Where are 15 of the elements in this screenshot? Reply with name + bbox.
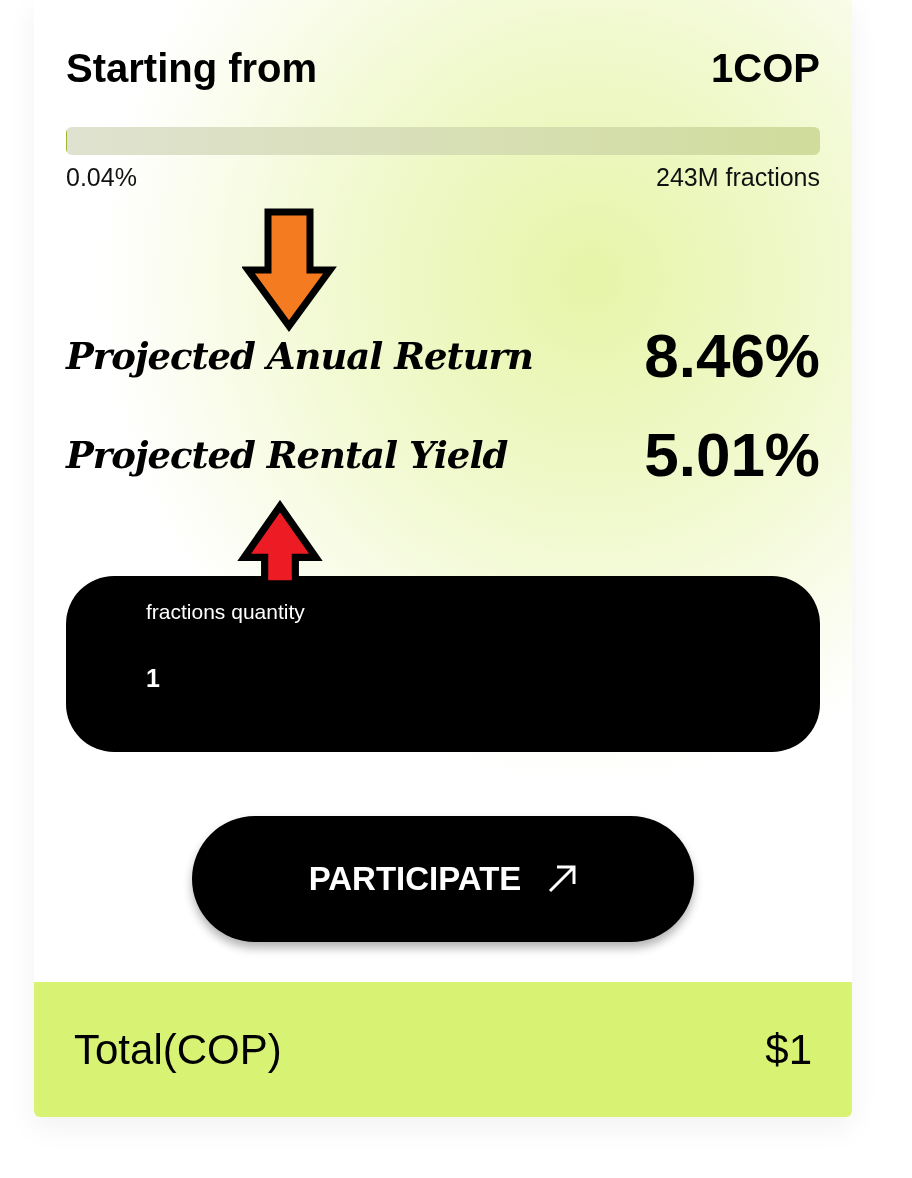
quantity-field[interactable]: fractions quantity 1 — [66, 576, 820, 752]
metric-label: Projected Rental Yield — [66, 432, 508, 477]
arrow-up-right-icon — [547, 864, 578, 894]
metric-value: 8.46% — [644, 320, 820, 391]
total-value: $1 — [765, 1025, 812, 1074]
participate-button[interactable]: PARTICIPATE — [192, 816, 694, 942]
percent-sold: 0.04% — [66, 163, 137, 192]
field-value: 1 — [146, 664, 160, 693]
total-fractions: 243M fractions — [656, 163, 820, 192]
starting-from-label: Starting from — [66, 46, 318, 91]
total-label: Total(COP) — [74, 1025, 282, 1074]
metric-value: 5.01% — [644, 419, 820, 490]
field-label: fractions quantity — [146, 600, 306, 624]
price-value: 1COP — [711, 46, 820, 91]
metric-label: Projected Anual Return — [66, 333, 533, 378]
